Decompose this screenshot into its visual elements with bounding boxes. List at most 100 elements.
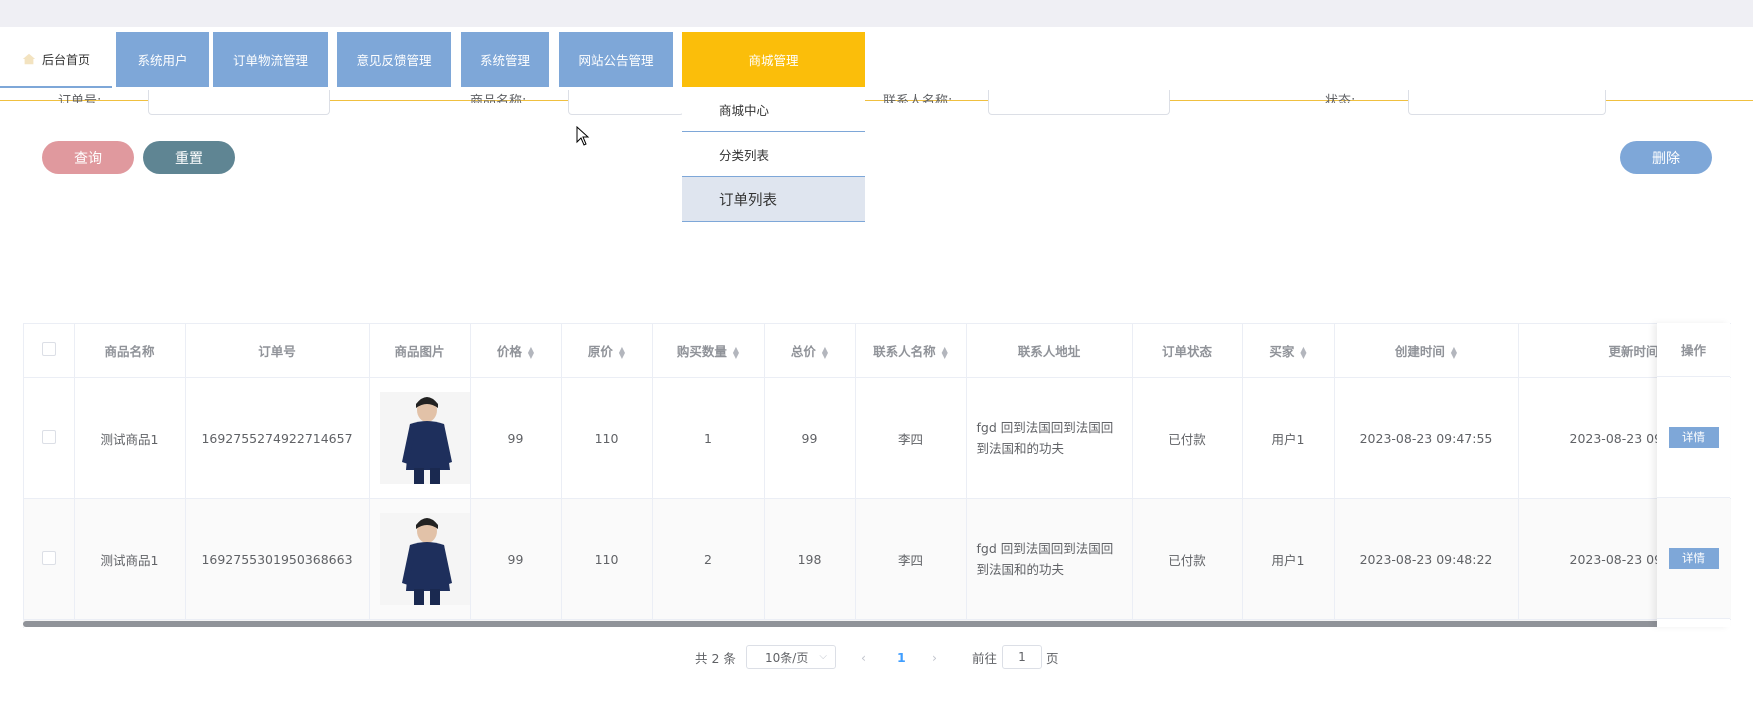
select-all-cell <box>24 324 75 378</box>
query-button[interactable]: 查询 <box>42 141 134 174</box>
column-header-label: 更新时间 <box>1608 344 1659 359</box>
order-no-input[interactable] <box>148 90 330 115</box>
column-header-label: 创建时间 <box>1394 344 1445 359</box>
column-header: 订单状态 <box>1132 324 1243 378</box>
page-size-select[interactable]: 10条/页 ⌵ <box>746 645 836 669</box>
reset-button[interactable]: 重置 <box>143 141 235 174</box>
sort-caret-icon[interactable]: ▲▼ <box>733 345 739 359</box>
order-status-cell: 已付款 <box>1132 498 1243 620</box>
row-select-cell <box>24 498 75 620</box>
orders-table: 商品名称 订单号 商品图片 价格 ▲ ▼ 原价 ▲ ▼ 购买数量 ▲ ▼ 总价 ▲ ▼ 联系人名… <box>23 323 1731 628</box>
column-header-label: 买家 <box>1269 344 1295 359</box>
buyer-cell: 用户1 <box>1242 377 1335 499</box>
sort-caret-icon[interactable]: ▲▼ <box>619 345 625 359</box>
operations-header: 操作 <box>1657 323 1730 377</box>
sort-caret-icon[interactable]: ▲▼ <box>1451 345 1457 359</box>
select-all-checkbox[interactable] <box>41 342 56 356</box>
column-header: 联系人地址 <box>966 324 1133 378</box>
column-header-sortable[interactable]: 买家 ▲ ▼ <box>1242 324 1335 378</box>
quantity-cell: 1 <box>652 377 765 499</box>
browser-top-strip <box>0 0 1753 27</box>
nav-home-tab[interactable]: 后台首页 <box>0 32 112 88</box>
delete-button[interactable]: 删除 <box>1620 141 1712 174</box>
created-time-cell: 2023-08-23 09:48:22 <box>1334 498 1519 620</box>
order-no-cell: 1692755274922714657 <box>185 377 370 499</box>
table-header-row: 商品名称 订单号 商品图片 价格 ▲ ▼ 原价 ▲ ▼ 购买数量 ▲ ▼ 总价 ▲ ▼ 联系人名… <box>24 324 1731 378</box>
buyer-cell: 用户1 <box>1242 498 1335 620</box>
mall-dropdown-menu: 商城中心 分类列表 订单列表 <box>682 87 865 222</box>
operations-fixed-column: 操作 详情 详情 <box>1657 323 1730 627</box>
pagination-total: 共 2 条 <box>695 650 736 666</box>
original-price-cell: 110 <box>561 498 653 620</box>
column-header-sortable[interactable]: 创建时间 ▲ ▼ <box>1334 324 1519 378</box>
nav-tab-feedback[interactable]: 意见反馈管理 <box>337 32 451 87</box>
product-name-label: 商品名称: <box>470 94 527 103</box>
sort-caret-icon[interactable]: ▲▼ <box>1300 345 1306 359</box>
horizontal-scrollbar-thumb[interactable] <box>23 621 1686 627</box>
original-price-cell: 110 <box>561 377 653 499</box>
prev-page-icon[interactable]: ‹ <box>861 645 866 669</box>
column-header-label: 联系人名称 <box>873 344 936 359</box>
contact-name-label: 联系人名称: <box>883 94 953 103</box>
nav-tab-system-manage[interactable]: 系统管理 <box>461 32 549 87</box>
status-select[interactable] <box>1408 90 1606 115</box>
contact-name-cell: 李四 <box>855 498 967 620</box>
product-image[interactable] <box>379 392 471 484</box>
price-cell: 99 <box>470 498 562 620</box>
total-price-cell: 99 <box>764 377 856 499</box>
product-name-cell: 测试商品1 <box>74 377 186 499</box>
operations-cell: 详情 <box>1657 377 1730 498</box>
column-header: 订单号 <box>185 324 370 378</box>
page-number-current[interactable]: 1 <box>897 645 906 669</box>
detail-button[interactable]: 详情 <box>1668 547 1719 569</box>
goto-page-input[interactable]: 1 <box>1002 645 1042 669</box>
column-header: 商品名称 <box>74 324 186 378</box>
contact-name-input[interactable] <box>988 90 1170 115</box>
sort-caret-icon[interactable]: ▲▼ <box>942 345 948 359</box>
total-price-cell: 198 <box>764 498 856 620</box>
home-icon <box>22 53 36 65</box>
column-header-sortable[interactable]: 原价 ▲ ▼ <box>561 324 653 378</box>
detail-button[interactable]: 详情 <box>1668 426 1719 448</box>
dropdown-item-category-list[interactable]: 分类列表 <box>682 132 865 177</box>
column-header-label: 总价 <box>790 344 816 359</box>
quantity-cell: 2 <box>652 498 765 620</box>
row-checkbox[interactable] <box>41 429 56 444</box>
nav-tab-system-users[interactable]: 系统用户 <box>116 32 209 87</box>
sort-caret-icon[interactable]: ▲▼ <box>528 345 534 359</box>
row-select-cell <box>24 377 75 499</box>
product-name-cell: 测试商品1 <box>74 498 186 620</box>
nav-tab-announcements[interactable]: 网站公告管理 <box>559 32 673 87</box>
page-size-value: 10条/页 <box>765 650 809 665</box>
price-cell: 99 <box>470 377 562 499</box>
contact-address-cell: fgd 回到法国回到法国回到法国和的功夫 <box>966 498 1133 620</box>
dropdown-item-order-list[interactable]: 订单列表 <box>682 177 865 222</box>
column-header-sortable[interactable]: 总价 ▲ ▼ <box>764 324 856 378</box>
dropdown-item-mall-center[interactable]: 商城中心 <box>682 87 865 132</box>
sort-caret-icon[interactable]: ▲▼ <box>822 345 828 359</box>
next-page-icon[interactable]: › <box>932 645 937 669</box>
product-name-input[interactable] <box>568 90 684 115</box>
column-header: 商品图片 <box>369 324 471 378</box>
created-time-cell: 2023-08-23 09:47:55 <box>1334 377 1519 499</box>
mouse-cursor-icon <box>576 126 590 146</box>
contact-address-cell: fgd 回到法国回到法国回到法国和的功夫 <box>966 377 1133 499</box>
product-image[interactable] <box>379 513 471 605</box>
operations-cell: 详情 <box>1657 498 1730 619</box>
product-image-cell <box>369 377 471 499</box>
order-no-cell: 1692755301950368663 <box>185 498 370 620</box>
column-header-label: 购买数量 <box>676 344 727 359</box>
column-header-sortable[interactable]: 购买数量 ▲ ▼ <box>652 324 765 378</box>
nav-tab-order-logistics[interactable]: 订单物流管理 <box>213 32 328 87</box>
nav-home-label: 后台首页 <box>41 52 90 67</box>
column-header-sortable[interactable]: 联系人名称 ▲ ▼ <box>855 324 967 378</box>
column-header-label: 价格 <box>496 344 522 359</box>
column-header-sortable[interactable]: 价格 ▲ ▼ <box>470 324 562 378</box>
table-row: 测试商品1 1692755274922714657 99 110 1 99 李四… <box>24 377 1731 499</box>
column-header-label: 原价 <box>587 344 613 359</box>
status-label: 状态: <box>1325 94 1356 103</box>
row-checkbox[interactable] <box>41 550 56 565</box>
contact-name-cell: 李四 <box>855 377 967 499</box>
nav-tab-mall[interactable]: 商城管理 <box>682 32 865 87</box>
chevron-down-icon: ⌵ <box>819 651 827 662</box>
